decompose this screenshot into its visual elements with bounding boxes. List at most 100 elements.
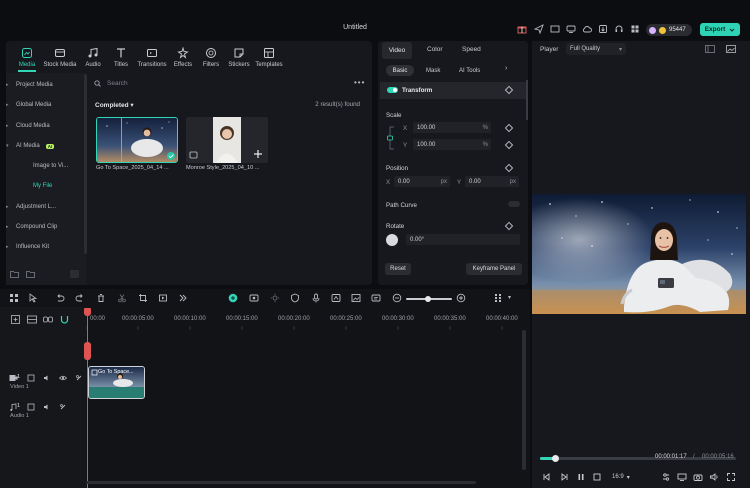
new-folder-icon[interactable] [10,270,19,278]
reset-button[interactable]: Reset [385,263,411,275]
lock-ratio-icon[interactable] [386,124,396,152]
image-icon[interactable] [726,45,736,53]
collapse-sidebar-icon[interactable] [70,270,79,278]
rotate-dial[interactable] [386,234,398,246]
camera-icon[interactable] [693,472,703,482]
status-filter-dropdown[interactable]: Completed ▾ [95,101,134,109]
tab-speed[interactable]: Speed [462,46,481,53]
gift-icon[interactable] [516,23,528,35]
zoom-in-icon[interactable] [456,293,466,303]
playhead-marker[interactable] [84,342,91,360]
chevron-right-icon[interactable]: › [505,65,507,72]
screen-icon[interactable] [549,23,561,35]
media-search[interactable]: Search [94,77,366,89]
record-icon[interactable] [249,293,259,303]
media-item-thumbnail[interactable] [96,117,178,163]
rotate-input[interactable]: 0.00° [406,234,520,245]
timeline-horizontal-scrollbar[interactable] [86,481,476,484]
zoom-out-icon[interactable] [392,293,402,303]
quality-dropdown[interactable]: Full Quality ▾ [566,43,626,55]
snapshot-icon[interactable] [705,45,715,53]
timeline-playhead[interactable] [87,309,88,488]
image-replace-icon[interactable] [351,293,361,303]
search-input[interactable]: Search [107,80,128,87]
sidebar-item-cloud-media[interactable]: ▸ Cloud Media [6,118,80,134]
more-tools-icon[interactable] [178,293,188,303]
cut-icon[interactable] [117,293,127,303]
caption-icon[interactable] [371,293,381,303]
send-icon[interactable] [533,23,545,35]
sidebar-item-global-media[interactable]: ▸ Global Media [6,97,80,113]
playhead-handle[interactable] [84,308,91,316]
tab-color[interactable]: Color [427,46,443,53]
sidebar-item-my-file[interactable]: My File [33,178,107,194]
crop-icon[interactable] [138,293,148,303]
properties-scrollbar[interactable] [526,80,528,120]
speaker-icon[interactable] [43,374,51,382]
eye-icon[interactable] [59,374,67,382]
select-tool-icon[interactable] [28,293,38,303]
settings-icon[interactable] [661,472,671,482]
tab-media[interactable]: Media [9,47,45,68]
undo-icon[interactable] [55,293,65,303]
lock-icon[interactable] [75,374,83,382]
redo-icon[interactable] [75,293,85,303]
speaker-icon[interactable] [43,403,51,411]
subtab-basic[interactable]: Basic [386,65,414,76]
scale-y-input[interactable]: 100.00 % [413,139,491,150]
volume-icon[interactable] [709,472,719,482]
folder-icon[interactable] [26,270,35,278]
credits-badge[interactable]: 95447 [646,24,692,36]
delete-icon[interactable] [96,293,106,303]
ai-assist-icon[interactable] [228,293,238,303]
headset-icon[interactable] [613,23,625,35]
media-item-thumbnail[interactable] [186,117,268,163]
sidebar-scrollbar[interactable] [84,74,87,254]
link-icon[interactable] [43,315,53,324]
fullscreen-icon[interactable] [726,472,736,482]
position-x-input[interactable]: 0.00 px [394,176,450,187]
sidebar-item-compound-clip[interactable]: ▸ Compound Clip [6,219,80,235]
position-y-input[interactable]: 0.00 px [465,176,519,187]
pause-icon[interactable] [576,472,586,482]
sidebar-item-ai-media[interactable]: ▾ AI Media AI [6,138,80,154]
shield-icon[interactable] [290,293,300,303]
tab-stock-media[interactable]: Stock Media [42,47,78,68]
layout-grid-icon[interactable] [9,293,19,303]
path-curve-toggle[interactable] [508,201,520,207]
transform-toggle[interactable] [387,87,398,93]
add-track-icon[interactable] [11,315,20,324]
track-manager-icon[interactable] [27,315,37,324]
keyframe-panel-button[interactable]: Keyframe Panel [466,263,522,275]
video-preview[interactable] [532,194,746,314]
sidebar-item-project-media[interactable]: ▸ Project Media [6,77,80,93]
tab-video[interactable]: Video [382,42,412,59]
folder-icon[interactable] [27,403,35,411]
download-icon[interactable] [597,23,609,35]
export-button[interactable]: Export [700,23,740,36]
monitor-icon[interactable] [565,23,577,35]
view-options-icon[interactable] [493,293,503,303]
sidebar-item-adjustment-layer[interactable]: ▸ Adjustment L... [6,199,80,215]
step-back-icon[interactable] [542,472,552,482]
microphone-icon[interactable] [311,293,321,303]
voiceover-icon[interactable] [331,293,341,303]
aspect-ratio-dropdown[interactable]: 16:9 ▾ [612,472,638,482]
play-frame-icon[interactable] [559,472,569,482]
sidebar-item-influence-kit[interactable]: ▸ Influence Kit [6,239,80,255]
stop-icon[interactable] [592,472,602,482]
speed-icon[interactable] [158,293,168,303]
timeline-vertical-scrollbar[interactable] [522,330,526,470]
magnet-icon[interactable] [60,315,69,324]
lock-icon[interactable] [59,403,67,411]
subtab-ai-tools[interactable]: AI Tools [459,65,480,76]
display-icon[interactable] [677,472,687,482]
tab-templates[interactable]: Templates [251,47,287,68]
chevron-down-icon[interactable]: ▾ [508,294,511,301]
cloud-icon[interactable] [581,23,593,35]
sun-icon[interactable] [270,293,280,303]
apps-grid-icon[interactable] [629,23,641,35]
more-options-icon[interactable]: ••• [354,78,365,87]
subtab-mask[interactable]: Mask [426,65,440,76]
timeline-zoom-handle[interactable] [425,296,431,302]
